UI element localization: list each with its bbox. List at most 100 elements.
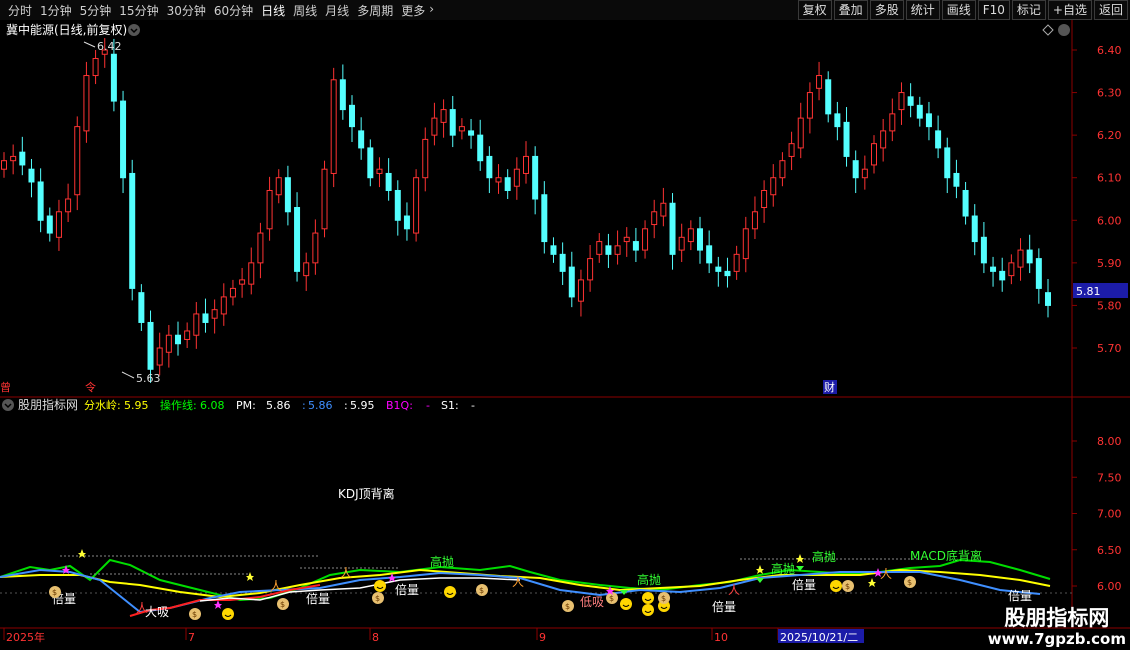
candle-body [541,194,548,243]
period-tab-8[interactable]: 月线 [321,2,353,19]
date-label-4: 10 [714,631,728,644]
title-dropdown-icon[interactable] [128,24,140,36]
more-chevron-icon[interactable]: › [429,2,434,19]
toolbar-button-7[interactable]: +自选 [1047,0,1092,20]
candle-body [339,79,346,111]
candle-body [651,211,658,226]
person-icon: 人 [512,575,524,589]
candle-body [678,236,685,251]
candle-body [614,245,621,255]
candle-body [330,79,337,174]
legend-value-3: 5.86 [308,399,333,412]
candle-body [312,232,319,264]
candle-body [440,109,447,123]
period-tab-4[interactable]: 30分钟 [163,2,210,19]
price-tick-label: 5.70 [1097,342,1122,355]
smiley-icon [830,580,842,592]
period-tab-6[interactable]: 日线 [257,2,289,19]
period-tab-10[interactable]: 更多 [397,2,429,19]
event-marker-2[interactable]: 令 [85,380,96,394]
candle-body [1045,292,1051,306]
candle-body [1035,258,1042,289]
toolbar-button-3[interactable]: 统计 [905,0,940,20]
candle-body [889,113,896,132]
date-label-3: 9 [539,631,546,644]
candle-body [1017,249,1024,268]
indicator-tick-label: 6.50 [1097,544,1122,557]
period-tabs: 分时 1分钟 5分钟 15分钟 30分钟 60分钟 日线 周线 月线 多周期 更多 › [4,2,434,19]
candle-body [431,117,438,136]
indicator-tick-label: 7.00 [1097,508,1122,521]
candle-body [568,266,575,298]
period-tab-0[interactable]: 分时 [4,2,36,19]
legend-value-2: 5.86 [266,399,291,412]
price-tick-label: 6.30 [1097,87,1122,100]
watermark-title: 股朋指标网 [1004,606,1110,630]
candle-body [458,126,465,132]
low-label: 5.63 [136,372,161,385]
candle-body [761,189,768,209]
candle-body [74,126,81,196]
svg-text:$: $ [907,578,912,587]
toolbar-button-1[interactable]: 叠加 [833,0,868,20]
indicator-tick-label: 8.00 [1097,435,1122,448]
event-marker-finance[interactable]: 财 [824,380,835,394]
person-icon: 人 [136,601,148,615]
legend-value-1: 6.08 [200,399,225,412]
candle-body [156,347,163,366]
candle-body [642,228,649,251]
candle-body [147,321,154,370]
svg-text:$: $ [52,588,57,597]
candle-body [742,228,749,260]
candle-body [669,202,676,255]
candle-body [916,104,923,119]
legend-value-6: - [471,399,475,412]
legend-label-5: B1Q: [386,399,413,412]
sell-high-label-1: 高抛 [430,554,454,569]
candle-body [532,155,539,200]
indicator-dropdown-icon[interactable] [2,399,14,411]
period-tab-5[interactable]: 60分钟 [210,2,257,19]
period-tab-9[interactable]: 多周期 [353,2,397,19]
panel-menu-icon[interactable] [1058,24,1070,36]
period-tab-2[interactable]: 5分钟 [76,2,116,19]
price-tick-label: 6.20 [1097,129,1122,142]
candle-body [220,296,227,315]
candle-body [871,143,877,166]
event-marker-1[interactable]: 曾 [0,380,11,394]
toolbar-button-8[interactable]: 返回 [1093,0,1128,20]
legend-label-2: PM: [236,399,256,412]
indicator-tick-label: 6.00 [1097,580,1122,593]
candle-body [367,147,374,179]
candle-body [751,211,758,230]
svg-text:$: $ [192,610,197,619]
candle-body [413,177,420,234]
candle-body [513,168,520,187]
toolbar-button-2[interactable]: 多股 [869,0,904,20]
right-toolbar-buttons: 复权 叠加 多股 统计 画线 F10 标记 +自选 返回 [796,0,1128,20]
candle-body [806,92,813,119]
period-tab-1[interactable]: 1分钟 [36,2,76,19]
candle-body [715,266,722,272]
candle-body [504,177,511,191]
stock-title: 冀中能源(日线,前复权) [6,22,127,37]
candle-body [275,177,282,196]
date-label-0: 2025年 [6,630,45,644]
toolbar-button-6[interactable]: 标记 [1011,0,1046,20]
toolbar-button-4[interactable]: 画线 [941,0,976,20]
toolbar-button-0[interactable]: 复权 [797,0,832,20]
candle-body [623,236,630,243]
candle-body [266,189,273,230]
period-tab-7[interactable]: 周线 [289,2,321,19]
toolbar-button-5[interactable]: F10 [977,0,1010,20]
candle-body [687,228,694,243]
period-tab-3[interactable]: 15分钟 [115,2,162,19]
candle-body [303,262,310,277]
price-tick-label: 5.80 [1097,299,1122,312]
candle-body [477,134,484,162]
candle-body [129,172,136,289]
candle-body [175,334,181,345]
candle-body [55,211,62,238]
candle-body [165,334,172,353]
candle-body [788,143,795,157]
